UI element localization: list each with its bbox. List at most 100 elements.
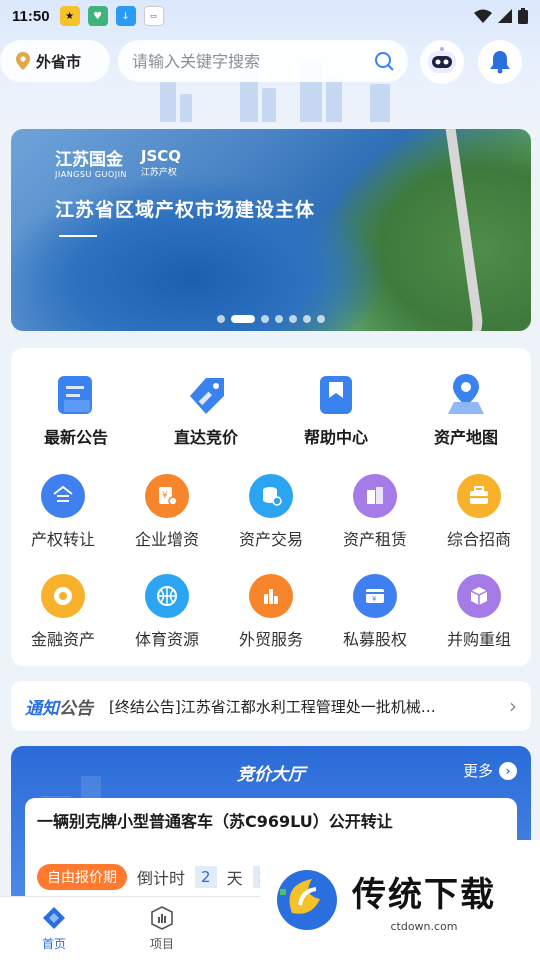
merge-cube-icon bbox=[457, 574, 501, 618]
logo2-cn: 江苏产权 bbox=[140, 167, 177, 178]
jscq-logo: JSCQ 江苏产权 bbox=[141, 147, 181, 178]
help-bookmark-icon bbox=[312, 370, 360, 418]
watermark-logo bbox=[277, 870, 337, 930]
status-bar: 11:50 ★ ♥ ↓ ▭ bbox=[0, 0, 540, 32]
shield-notification-icon: ♥ bbox=[87, 6, 108, 26]
notice-badge-part1: 通知 bbox=[25, 698, 59, 719]
skyline-building bbox=[160, 82, 176, 122]
auction-item-title: 一辆别克牌小型普通客车（苏C969LU）公开转让 bbox=[37, 812, 393, 831]
battery-icon bbox=[518, 8, 528, 24]
carousel-dot[interactable] bbox=[231, 315, 255, 323]
service-label: 外贸服务 bbox=[238, 630, 303, 649]
service-asset-trading[interactable]: 资产交易 bbox=[219, 474, 323, 550]
svg-text:¥: ¥ bbox=[372, 595, 377, 603]
service-foreign-trade[interactable]: 外贸服务 bbox=[219, 574, 323, 650]
tab-home[interactable]: 首页 bbox=[0, 897, 108, 960]
quick-menu-label: 最新公告 bbox=[43, 428, 108, 447]
quick-menu-label: 直达竞价 bbox=[173, 428, 238, 447]
service-label: 资产租赁 bbox=[342, 530, 407, 549]
quick-menu-help-center[interactable]: 帮助中心 bbox=[271, 370, 401, 448]
auction-title: 竞价大厅 bbox=[237, 765, 305, 785]
quick-menu-label: 帮助中心 bbox=[303, 428, 368, 447]
service-investment-promotion[interactable]: 综合招商 bbox=[427, 474, 531, 550]
promo-banner[interactable]: 江苏国金 JIANGSU GUOJIN JSCQ 江苏产权 江苏省区域产权市场建… bbox=[11, 129, 531, 331]
service-label: 金融资产 bbox=[30, 630, 95, 649]
app-header: 外省市 bbox=[0, 40, 540, 84]
service-capital-increase[interactable]: ¥ 企业增资 bbox=[115, 474, 219, 550]
project-icon bbox=[151, 906, 173, 930]
quick-menu-latest-announcements[interactable]: 最新公告 bbox=[11, 370, 141, 448]
service-label: 产权转让 bbox=[30, 530, 95, 549]
search-icon[interactable] bbox=[374, 51, 394, 71]
basketball-icon bbox=[145, 574, 189, 618]
countdown-days: 2 bbox=[195, 866, 217, 888]
tab-label: 项目 bbox=[149, 937, 174, 951]
notice-badge-part2: 公告 bbox=[59, 698, 93, 719]
search-input[interactable] bbox=[132, 51, 374, 71]
announcement-icon bbox=[52, 370, 100, 418]
chevron-right-icon: › bbox=[499, 761, 517, 780]
transfer-icon bbox=[41, 474, 85, 518]
status-indicators bbox=[474, 8, 528, 24]
carousel-dot[interactable] bbox=[217, 315, 225, 323]
notice-bar[interactable]: 通知公告 [终结公告]江苏省江都水利工程管理处一批机械… › bbox=[11, 681, 531, 731]
equity-card-icon: ¥ bbox=[353, 574, 397, 618]
tab-projects[interactable]: 项目 bbox=[108, 897, 216, 960]
skyline-building bbox=[262, 88, 276, 122]
service-private-equity[interactable]: ¥ 私募股权 bbox=[323, 574, 427, 650]
status-time: 11:50 bbox=[12, 7, 50, 25]
service-asset-lease[interactable]: 资产租赁 bbox=[323, 474, 427, 550]
service-sports-resources[interactable]: 体育资源 bbox=[115, 574, 219, 650]
coin-icon bbox=[41, 574, 85, 618]
briefcase-icon bbox=[457, 474, 501, 518]
countdown-days-unit: 天 bbox=[226, 869, 243, 888]
notice-badge: 通知公告 bbox=[25, 694, 93, 719]
quick-menu-asset-map[interactable]: 资产地图 bbox=[401, 370, 531, 448]
banner-logos: 江苏国金 JIANGSU GUOJIN JSCQ 江苏产权 bbox=[55, 145, 181, 180]
countdown-label: 倒计时 bbox=[137, 869, 186, 888]
home-icon bbox=[43, 907, 65, 929]
carousel-dot[interactable] bbox=[317, 315, 325, 323]
service-grid-row-1: 产权转让 ¥ 企业增资 资产交易 资产租赁 综合招商 bbox=[11, 474, 531, 550]
service-label: 资产交易 bbox=[238, 530, 303, 549]
chart-bars-icon bbox=[249, 574, 293, 618]
logo1-en: JIANGSU GUOJIN bbox=[55, 170, 127, 179]
notice-text[interactable]: [终结公告]江苏省江都水利工程管理处一批机械… bbox=[109, 696, 499, 717]
chevron-right-icon[interactable]: › bbox=[509, 694, 517, 718]
more-label: 更多 bbox=[462, 762, 493, 780]
map-pin-icon bbox=[442, 370, 490, 418]
logo2-en: JSCQ bbox=[140, 146, 182, 165]
auction-more-link[interactable]: 更多 › bbox=[463, 760, 517, 781]
carousel-indicator[interactable] bbox=[217, 315, 325, 323]
bell-icon bbox=[490, 51, 510, 74]
svg-text:¥: ¥ bbox=[162, 491, 168, 501]
search-bar[interactable] bbox=[118, 40, 408, 82]
ai-assistant-button[interactable] bbox=[420, 40, 464, 84]
service-property-transfer[interactable]: 产权转让 bbox=[11, 474, 115, 550]
news-notification-icon: ▭ bbox=[143, 6, 164, 26]
service-label: 体育资源 bbox=[134, 630, 199, 649]
tab-label: 首页 bbox=[41, 937, 66, 951]
service-label: 综合招商 bbox=[446, 530, 511, 549]
service-label: 私募股权 bbox=[342, 630, 407, 649]
carousel-dot[interactable] bbox=[289, 315, 297, 323]
service-mergers-acquisitions[interactable]: 并购重组 bbox=[427, 574, 531, 650]
slogan-underline bbox=[59, 235, 97, 237]
service-financial-assets[interactable]: 金融资产 bbox=[11, 574, 115, 650]
signal-icon bbox=[498, 9, 512, 23]
capital-increase-icon: ¥ bbox=[145, 474, 189, 518]
lease-icon bbox=[353, 474, 397, 518]
service-grid-row-2: 金融资产 体育资源 外贸服务 ¥ 私募股权 并购重组 bbox=[11, 574, 531, 650]
city-selector[interactable]: 外省市 bbox=[0, 40, 110, 82]
carousel-dot[interactable] bbox=[303, 315, 311, 323]
watermark-url: ctdown.com bbox=[390, 920, 458, 933]
banner-slogan: 江苏省区域产权市场建设主体 bbox=[55, 199, 316, 221]
service-label: 并购重组 bbox=[446, 630, 511, 649]
jiangsu-guojin-logo: 江苏国金 JIANGSU GUOJIN bbox=[55, 145, 127, 179]
quick-menu-direct-bid[interactable]: 直达竞价 bbox=[141, 370, 271, 448]
carousel-dot[interactable] bbox=[275, 315, 283, 323]
notifications-button[interactable] bbox=[478, 40, 522, 84]
carousel-dot[interactable] bbox=[261, 315, 269, 323]
watermark-overlay: 传统下载 ctdown.com bbox=[260, 840, 540, 960]
auction-status-badge: 自由报价期 bbox=[37, 864, 127, 890]
